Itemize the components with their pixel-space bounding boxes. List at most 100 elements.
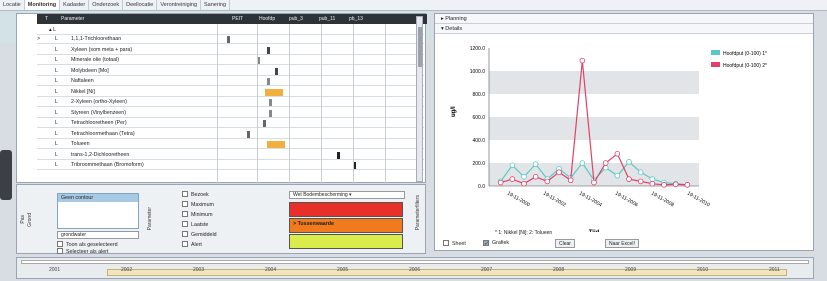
table-row[interactable]: L Xyleen (som meta + para)	[37, 46, 424, 55]
checkbox-box[interactable]	[182, 241, 188, 247]
threshold-level[interactable]	[289, 202, 403, 217]
grid-header-cell[interactable]: T	[45, 16, 48, 22]
timeline-slider[interactable]: 2001 2002 2003 2004 2005 2006 2007 2008 2009 2010…	[16, 257, 814, 279]
grid-header-cell[interactable]: pb_13	[349, 16, 363, 22]
table-row[interactable]: Ltrans-1,2-Dichlooretheen	[37, 151, 424, 160]
planning-section[interactable]: ▸ Planning	[435, 14, 813, 24]
group-row[interactable]: ▴ L	[37, 26, 424, 35]
clear-button[interactable]: Clear	[555, 239, 575, 248]
check-gemiddeld[interactable]: Gemiddeld	[182, 231, 217, 238]
measurement-mark[interactable]	[227, 36, 230, 43]
data-point[interactable]	[602, 160, 609, 166]
threshold-level[interactable]: > Tussenwaarde	[289, 218, 403, 233]
table-row[interactable]: L Tetrachlooretheen (Per)	[37, 119, 424, 128]
table-row[interactable]: L Tribroommethaan (Bromoform)	[37, 161, 424, 170]
checkbox-box[interactable]	[182, 231, 188, 237]
tab-sanering[interactable]: Sanering	[201, 0, 231, 10]
data-point[interactable]	[532, 161, 539, 167]
measurement-mark[interactable]	[265, 88, 283, 96]
contour-selected[interactable]: Geen contour	[58, 194, 138, 202]
vtab-parameter[interactable]: Parameter	[147, 207, 153, 230]
data-point[interactable]	[509, 176, 516, 182]
details-section[interactable]: ▾ Details	[435, 24, 813, 34]
excel-button[interactable]: Naar Excel!	[605, 239, 639, 248]
threshold-level[interactable]	[289, 234, 403, 249]
data-point[interactable]	[509, 162, 516, 169]
vtab-parameterfilters[interactable]: Parameterfilters	[415, 195, 421, 230]
data-point[interactable]	[544, 178, 551, 185]
data-point[interactable]	[579, 57, 586, 64]
measurement-mark[interactable]	[269, 109, 272, 117]
grid-header-cell[interactable]: Hoofdp	[259, 16, 275, 22]
check-minimum[interactable]: Minimum	[182, 211, 212, 218]
table-row[interactable]: L Tetrachloormethaan (Tetra)	[37, 130, 424, 139]
table-row[interactable]: > L 1,1,1-Trichloorethaan	[37, 35, 424, 44]
checkbox-box[interactable]	[182, 201, 188, 207]
check-alert[interactable]: Alert	[182, 241, 202, 248]
data-point[interactable]	[591, 179, 597, 186]
grafiek-checkbox[interactable]: ✓ Grafiek	[483, 240, 509, 247]
toon-checkbox[interactable]: Toon als geselecteerd	[57, 241, 118, 248]
table-row[interactable]: L Tolueen	[37, 140, 424, 149]
medium-select[interactable]: grondwater	[57, 231, 139, 239]
data-point[interactable]	[521, 180, 527, 187]
data-point[interactable]	[532, 174, 539, 180]
measurement-mark[interactable]	[267, 78, 270, 85]
table-row[interactable]: L Nikkel [Ni]	[37, 88, 424, 97]
data-point[interactable]	[626, 176, 632, 182]
timeline-bar[interactable]	[21, 260, 809, 264]
data-point[interactable]	[579, 160, 586, 166]
data-point[interactable]	[497, 179, 504, 186]
table-row[interactable]: L 2-Xyleen (ortho-Xyleen)	[37, 98, 424, 107]
contour-list[interactable]: Geen contour	[57, 193, 139, 229]
check-bezoek[interactable]: Bezoek	[182, 191, 209, 198]
data-point[interactable]	[637, 169, 644, 176]
measurement-mark[interactable]	[269, 99, 272, 106]
tab-onderzoek[interactable]: Onderzoek	[89, 0, 124, 10]
norm-dropdown[interactable]: Wet Bodembescherming ▾	[289, 191, 405, 199]
tab-locatie[interactable]: Locatie	[0, 0, 25, 10]
table-row[interactable]: L Minerale olie (totaal)	[37, 56, 424, 65]
table-row[interactable]: L Naftaleen	[37, 77, 424, 86]
data-point[interactable]	[649, 176, 656, 182]
selecteer-checkbox[interactable]: Selecteer als alert	[57, 248, 108, 255]
table-row[interactable]: L Styreen (Vinylbenzeen)	[37, 109, 424, 118]
measurement-mark[interactable]	[267, 46, 270, 54]
tab-kadaster[interactable]: Kadaster	[60, 0, 90, 10]
tab-verontreiniging[interactable]: Verontreiniging	[157, 0, 202, 10]
scroll-thumb[interactable]	[418, 27, 422, 67]
measurement-mark[interactable]	[267, 141, 285, 148]
grid-header-cell[interactable]: PEIT	[232, 16, 243, 22]
data-point[interactable]	[614, 172, 621, 179]
data-point[interactable]	[556, 169, 562, 176]
checkbox-box[interactable]	[182, 191, 188, 197]
data-point[interactable]	[567, 177, 574, 184]
data-point[interactable]	[684, 182, 691, 188]
vtab-grond[interactable]: Grond	[27, 213, 33, 227]
check-laatste[interactable]: Laatste	[182, 221, 208, 228]
timeline-selection[interactable]	[107, 269, 787, 276]
data-point[interactable]	[614, 151, 621, 157]
tab-monitoring[interactable]: Monitoring	[24, 0, 61, 10]
measurement-mark[interactable]	[275, 67, 278, 75]
data-point[interactable]	[521, 174, 527, 180]
data-point[interactable]	[672, 181, 679, 188]
tab-deellocatie[interactable]: Deellocatie	[123, 0, 158, 10]
sheet-checkbox[interactable]: Sheet	[443, 240, 466, 247]
table-row[interactable]: L Molybdeen [Mo]	[37, 67, 424, 76]
vtab-pas[interactable]: Pas	[20, 215, 26, 224]
measurement-mark[interactable]	[247, 130, 250, 138]
data-point[interactable]	[637, 178, 644, 185]
measurement-mark[interactable]	[337, 151, 340, 159]
grid-scrollbar[interactable]	[416, 16, 423, 182]
measurement-mark[interactable]	[263, 120, 266, 127]
data-point[interactable]	[626, 159, 632, 165]
check-maximum[interactable]: Maximum	[182, 201, 214, 208]
checkbox-box[interactable]	[182, 221, 188, 227]
data-point[interactable]	[661, 182, 667, 188]
grid-header-cell[interactable]: pub_11	[319, 16, 335, 22]
data-point[interactable]	[649, 180, 656, 187]
checkbox-box[interactable]	[182, 211, 188, 217]
grid-header-cell[interactable]: Parameter	[61, 16, 84, 22]
grid-header-cell[interactable]: pub_3	[289, 16, 303, 22]
